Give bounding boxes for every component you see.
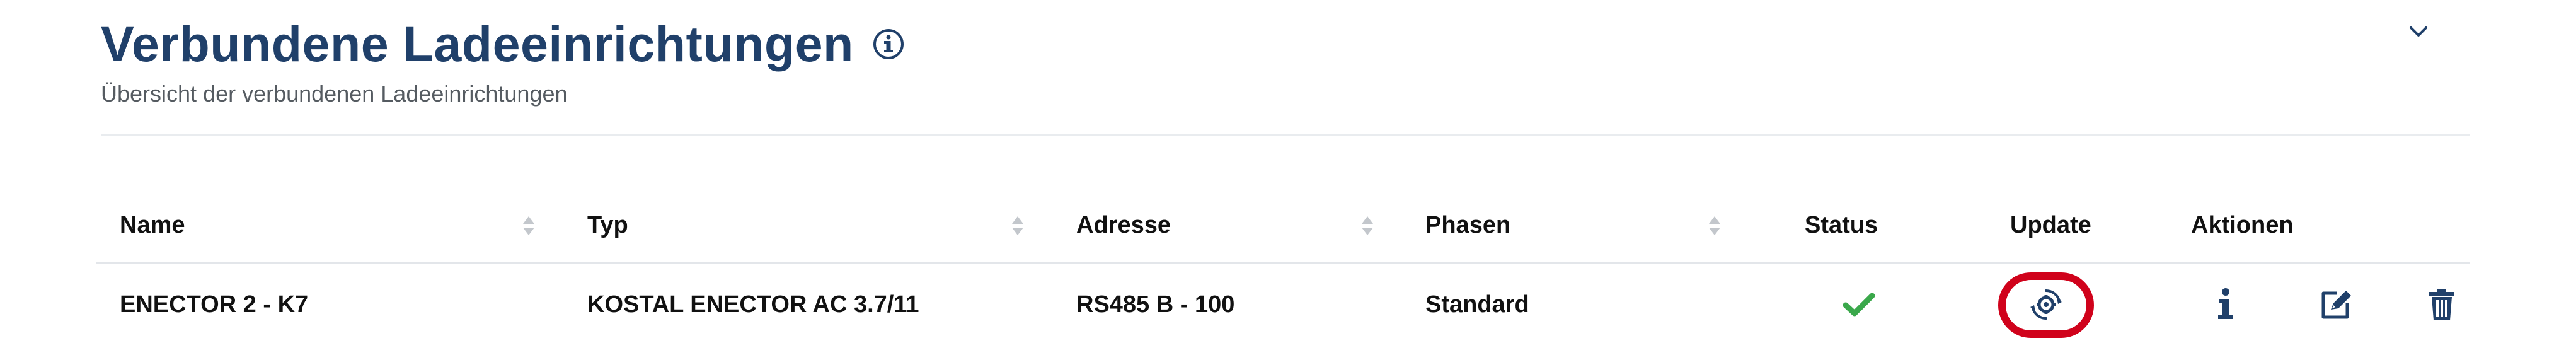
page-title: Verbundene Ladeeinrichtungen — [101, 16, 854, 72]
chevron-down-icon[interactable] — [2405, 18, 2432, 45]
cell-name: ENECTOR 2 - K7 — [120, 291, 309, 318]
edit-icon[interactable] — [2317, 286, 2355, 323]
checkmark-icon — [1840, 286, 1878, 323]
page-subtitle: Übersicht der verbundenen Ladeeinrichtun… — [101, 81, 568, 107]
update-gear-icon[interactable] — [2027, 286, 2065, 323]
info-icon[interactable] — [2207, 286, 2245, 323]
page: Verbundene Ladeeinrichtungen Übersicht d… — [0, 0, 2576, 343]
title-row: Verbundene Ladeeinrichtungen — [101, 11, 904, 77]
cell-phasen: Standard — [1425, 291, 1529, 318]
delete-icon[interactable] — [2423, 286, 2461, 323]
sort-icon[interactable] — [522, 215, 536, 236]
section-header: Verbundene Ladeeinrichtungen Übersicht d… — [101, 0, 2470, 136]
sort-icon[interactable] — [1708, 215, 1722, 236]
column-header-typ[interactable]: Typ — [587, 189, 628, 262]
column-header-phasen[interactable]: Phasen — [1425, 189, 1510, 262]
table-header-row: Name Typ Adresse Phasen Status Update Ak… — [96, 189, 2470, 264]
column-header-name[interactable]: Name — [120, 189, 185, 262]
cell-adresse: RS485 B - 100 — [1076, 291, 1235, 318]
sort-icon[interactable] — [1360, 215, 1374, 236]
table-row: ENECTOR 2 - K7 KOSTAL ENECTOR AC 3.7/11 … — [96, 264, 2470, 343]
devices-table: Name Typ Adresse Phasen Status Update Ak… — [96, 189, 2470, 343]
column-header-adresse[interactable]: Adresse — [1076, 189, 1171, 262]
column-header-update: Update — [2010, 212, 2091, 238]
sort-icon[interactable] — [1011, 215, 1025, 236]
column-header-status: Status — [1805, 212, 1878, 238]
cell-typ: KOSTAL ENECTOR AC 3.7/11 — [587, 291, 919, 318]
info-circle-icon[interactable] — [873, 28, 904, 60]
column-header-aktionen: Aktionen — [2191, 212, 2294, 238]
